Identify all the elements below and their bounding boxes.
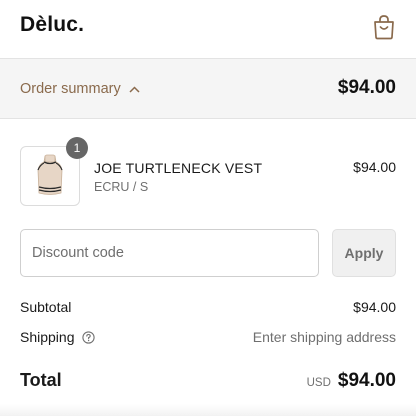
shipping-value: Enter shipping address: [252, 329, 396, 345]
vest-image: [37, 154, 63, 195]
order-summary-bar: Order summary $94.00: [0, 59, 416, 119]
order-summary-toggle[interactable]: Order summary: [20, 79, 140, 99]
product-variant: ECRU / S: [94, 180, 149, 194]
order-summary-label: Order summary: [20, 81, 121, 97]
shipping-row-label: Shipping: [20, 329, 95, 345]
discount-code-input[interactable]: [20, 229, 319, 277]
total-label: Total: [20, 370, 62, 390]
chevron-up-icon: [129, 85, 140, 93]
bottom-divider: [0, 404, 416, 416]
question-circle-icon[interactable]: [81, 330, 95, 344]
brand-logo[interactable]: Dèluc.: [20, 13, 84, 37]
cart-button[interactable]: [372, 14, 396, 40]
total-amount-group: USD $94.00: [307, 370, 396, 392]
total-amount: $94.00: [337, 370, 396, 391]
shipping-label: Shipping: [20, 329, 75, 345]
quantity-badge: 1: [66, 137, 88, 159]
summary-total-price: $94.00: [337, 77, 396, 98]
shopping-bag-icon: [374, 15, 394, 40]
checkout-header: Dèluc.: [0, 0, 416, 59]
line-item: 1 JOE TURTLENECK VEST ECRU / S $94.00: [20, 137, 396, 206]
subtotal-value: $94.00: [353, 299, 396, 315]
currency-code: USD: [306, 377, 331, 389]
product-name: JOE TURTLENECK VEST: [94, 160, 263, 176]
product-price: $94.00: [353, 159, 396, 175]
subtotal-label: Subtotal: [20, 299, 72, 315]
apply-discount-button[interactable]: Apply: [332, 229, 396, 277]
